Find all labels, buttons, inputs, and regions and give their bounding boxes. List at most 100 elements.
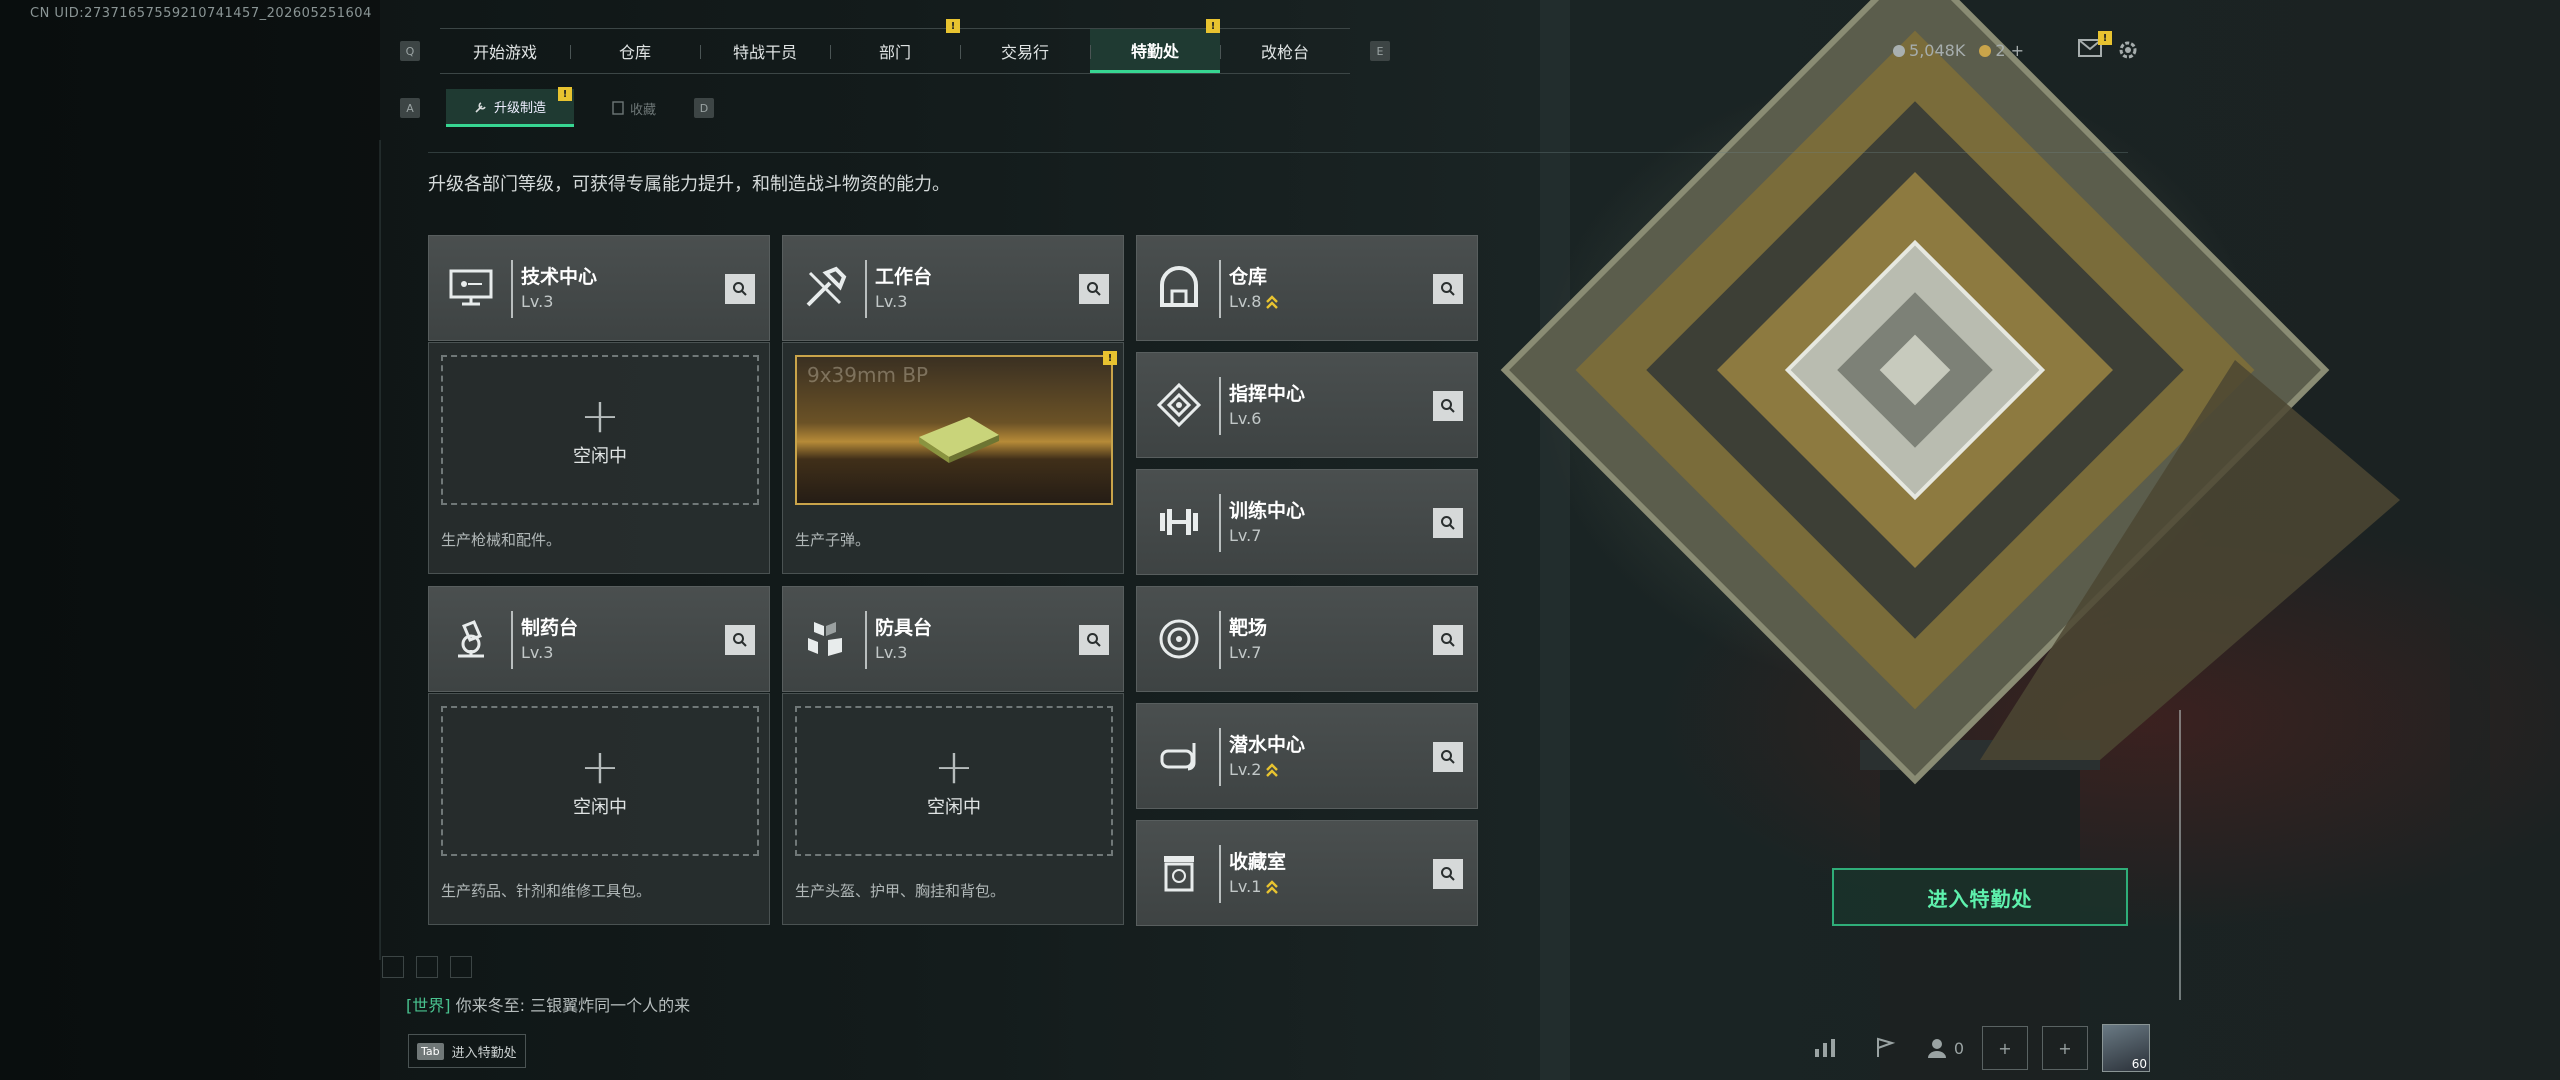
inspect-button[interactable] bbox=[1433, 391, 1463, 421]
flag-icon bbox=[1877, 1037, 1896, 1057]
production-slot[interactable]: + 空闲中 bbox=[441, 355, 759, 505]
facility-level: Lv.3 bbox=[875, 643, 907, 662]
inspect-button[interactable] bbox=[1433, 508, 1463, 538]
tab-label: 仓库 bbox=[618, 43, 651, 62]
facility-level: Lv.6 bbox=[1229, 409, 1261, 428]
add-slot-button[interactable]: + bbox=[1982, 1026, 2028, 1070]
facility-level: Lv.3 bbox=[521, 643, 553, 662]
player-avatar[interactable]: 60 bbox=[2102, 1024, 2150, 1072]
facility-card-diving-center[interactable]: 潜水中心 Lv.2 bbox=[1136, 703, 1478, 809]
chat-option-square[interactable] bbox=[450, 956, 472, 978]
slot-status: 空闲中 bbox=[573, 797, 627, 818]
nav-next-key[interactable]: E bbox=[1370, 41, 1390, 61]
search-icon bbox=[1441, 282, 1455, 296]
diving-icon bbox=[1151, 728, 1207, 784]
stats-button[interactable] bbox=[1802, 1026, 1848, 1070]
friends-count: 0 bbox=[1953, 1038, 1965, 1058]
chat-message[interactable]: [世界] 你来冬至: 三银翼炸同一个人的来 bbox=[406, 992, 690, 1016]
add-slot-button[interactable]: + bbox=[2042, 1026, 2088, 1070]
slot-status: 空闲中 bbox=[573, 446, 627, 467]
level-text: Lv.1 bbox=[1229, 877, 1262, 896]
chat-option-square[interactable] bbox=[382, 956, 404, 978]
tab-key-hint[interactable]: Tab 进入特勤处 bbox=[408, 1034, 526, 1068]
production-slot[interactable]: + 空闲中 bbox=[795, 706, 1113, 856]
tab-key: Tab bbox=[417, 1042, 444, 1060]
facility-level: Lv.3 bbox=[521, 292, 553, 311]
alert-badge: ! bbox=[946, 19, 960, 33]
friends-button[interactable]: 0 bbox=[1922, 1026, 1968, 1070]
tab-special-ops[interactable]: 特勤处! bbox=[1090, 19, 1220, 73]
inspect-button[interactable] bbox=[1433, 742, 1463, 772]
bottom-toolbar: 0 + + 60 bbox=[1802, 1024, 2150, 1072]
production-panel-weapons: + 空闲中 生产枪械和配件。 bbox=[428, 342, 770, 574]
inspect-button[interactable] bbox=[1079, 625, 1109, 655]
alert-badge: ! bbox=[558, 87, 572, 101]
currency-display: 5,048K bbox=[1893, 41, 1965, 60]
facility-card-pharmacy[interactable]: 制药台 Lv.3 bbox=[428, 586, 770, 692]
tab-label: 特战干员 bbox=[732, 43, 797, 62]
card-divider bbox=[1219, 377, 1221, 435]
search-icon bbox=[1087, 282, 1101, 296]
token-display: 2 + bbox=[1979, 41, 2024, 60]
armor-icon bbox=[797, 611, 853, 667]
mail-button[interactable]: ! bbox=[2078, 31, 2112, 61]
command-icon bbox=[1151, 377, 1207, 433]
inspect-button[interactable] bbox=[725, 625, 755, 655]
plus-icon: + bbox=[579, 388, 621, 444]
tab-trading[interactable]: 交易行 bbox=[960, 29, 1090, 73]
page-description: 升级各部门等级，可获得专属能力提升，和制造战斗物资的能力。 bbox=[428, 174, 950, 195]
nav-prev-key[interactable]: Q bbox=[400, 41, 420, 61]
tab-upgrade-craft[interactable]: 升级制造 ! bbox=[446, 87, 574, 127]
inspect-button[interactable] bbox=[1079, 274, 1109, 304]
production-panel-ammo: 9x39mm BP ! 生产子弹。 bbox=[782, 342, 1124, 574]
tools-icon bbox=[797, 260, 853, 316]
production-caption: 生产子弹。 bbox=[795, 531, 871, 549]
subnav-next-key[interactable]: D bbox=[694, 98, 714, 118]
tab-departments[interactable]: 部门! bbox=[830, 19, 960, 73]
tab-operators[interactable]: 特战干员 bbox=[700, 29, 830, 73]
card-divider bbox=[1219, 494, 1221, 552]
facility-card-tech-center[interactable]: 技术中心 Lv.3 bbox=[428, 235, 770, 341]
gear-icon[interactable] bbox=[2116, 38, 2140, 62]
tab-label: 改枪台 bbox=[1260, 43, 1309, 62]
facility-card-shooting-range[interactable]: 靶场 Lv.7 bbox=[1136, 586, 1478, 692]
facility-card-armor[interactable]: 防具台 Lv.3 bbox=[782, 586, 1124, 692]
subnav-prev-key[interactable]: A bbox=[400, 98, 420, 118]
facility-name: 训练中心 bbox=[1229, 500, 1306, 522]
level-text: Lv.3 bbox=[521, 292, 554, 311]
bar-chart-icon bbox=[1815, 1039, 1835, 1057]
upgrade-chevron-icon bbox=[1266, 879, 1279, 894]
upgrade-chevron-icon bbox=[1266, 294, 1279, 309]
tab-gunsmith[interactable]: 改枪台 bbox=[1220, 29, 1350, 73]
card-divider bbox=[1219, 611, 1221, 669]
inspect-button[interactable] bbox=[1433, 274, 1463, 304]
facility-name: 制药台 bbox=[521, 617, 579, 639]
facility-card-command-center[interactable]: 指挥中心 Lv.6 bbox=[1136, 352, 1478, 458]
add-token-button[interactable]: + bbox=[2011, 41, 2024, 60]
inspect-button[interactable] bbox=[725, 274, 755, 304]
slot-status: 空闲中 bbox=[927, 797, 981, 818]
inspect-button[interactable] bbox=[1433, 859, 1463, 889]
enter-special-ops-button[interactable]: 进入特勤处 bbox=[1832, 868, 2128, 926]
facility-card-warehouse[interactable]: 仓库 Lv.8 bbox=[1136, 235, 1478, 341]
chat-option-square[interactable] bbox=[416, 956, 438, 978]
tab-warehouse[interactable]: 仓库 bbox=[570, 29, 700, 73]
tab-label: 开始游戏 bbox=[472, 43, 537, 62]
production-slot[interactable]: + 空闲中 bbox=[441, 706, 759, 856]
level-text: Lv.2 bbox=[1229, 760, 1262, 779]
computer-icon bbox=[443, 260, 499, 316]
flag-button[interactable] bbox=[1862, 1026, 1908, 1070]
token-value: 2 bbox=[1995, 40, 2006, 60]
tab-start-game[interactable]: 开始游戏 bbox=[440, 29, 570, 73]
production-slot-active[interactable]: 9x39mm BP ! bbox=[795, 351, 1117, 505]
inspect-button[interactable] bbox=[1433, 625, 1463, 655]
main-nav: Q 开始游戏 仓库 特战干员 部门! 交易行 特勤处! 改枪台 E bbox=[400, 19, 1390, 78]
search-icon bbox=[1087, 633, 1101, 647]
level-text: Lv.7 bbox=[1229, 643, 1262, 662]
facility-name: 防具台 bbox=[875, 617, 933, 639]
facility-card-collection-room[interactable]: 收藏室 Lv.1 bbox=[1136, 820, 1478, 926]
facility-card-training-center[interactable]: 训练中心 Lv.7 bbox=[1136, 469, 1478, 575]
tab-collection[interactable]: 收藏 bbox=[574, 89, 694, 127]
wrench-icon bbox=[475, 101, 486, 113]
facility-card-workbench[interactable]: 工作台 Lv.3 bbox=[782, 235, 1124, 341]
